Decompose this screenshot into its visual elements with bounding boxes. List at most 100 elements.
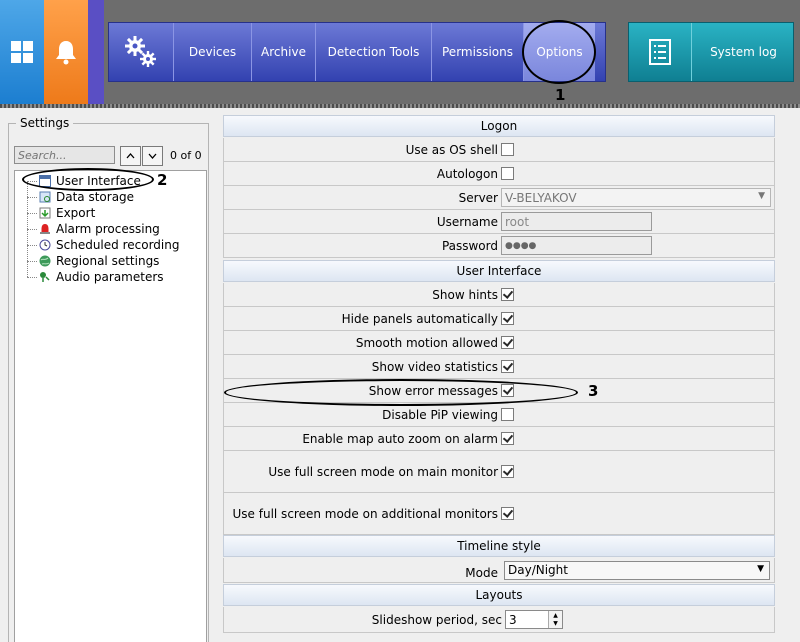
value-cell — [501, 355, 514, 378]
use-as-os-shell-checkbox[interactable] — [501, 143, 514, 156]
tree-connector — [27, 261, 37, 262]
tree-connector — [27, 277, 37, 278]
tree-item-alarm-processing[interactable]: Alarm processing — [39, 221, 160, 237]
tree-item-scheduled-recording[interactable]: Scheduled recording — [39, 237, 179, 253]
tile-separator — [88, 0, 104, 104]
fullscreen-additional-checkbox[interactable] — [501, 507, 514, 520]
hide-panels-label: Hide panels automatically — [341, 311, 498, 326]
password-field[interactable]: ●●●● — [501, 236, 652, 255]
value-cell — [501, 331, 514, 354]
tree-item-audio-parameters[interactable]: Audio parameters — [39, 269, 164, 285]
tree-connector — [27, 245, 37, 246]
value-cell — [501, 493, 514, 534]
main-navigation: Devices Archive Detection Tools Permissi… — [108, 22, 606, 82]
row-fullscreen-main: Use full screen mode on main monitor — [223, 451, 775, 493]
tree-connector — [27, 213, 37, 214]
row-use-as-os-shell: Use as OS shell — [223, 138, 775, 162]
search-input[interactable] — [14, 146, 115, 164]
chevron-up-icon — [126, 153, 135, 159]
match-count: 0 of 0 — [170, 149, 202, 162]
value-cell: ●●●● — [501, 234, 652, 257]
next-match-button[interactable] — [142, 146, 163, 166]
show-video-statistics-label: Show video statistics — [371, 359, 498, 374]
dropdown-arrow-icon: ▼ — [758, 191, 765, 201]
system-log-icon-button[interactable] — [629, 23, 691, 81]
tree-item-label: Export — [56, 206, 96, 220]
fullscreen-main-checkbox[interactable] — [501, 465, 514, 478]
system-log-group: System log — [628, 22, 794, 82]
database-icon — [39, 191, 51, 203]
nav-detection-tools[interactable]: Detection Tools — [315, 23, 431, 81]
section-header-timeline-style: Timeline style — [223, 535, 775, 557]
spin-up-icon[interactable]: ▲ — [553, 612, 558, 619]
server-select[interactable]: V-BELYAKOV ▼ — [501, 188, 771, 207]
disable-pip-checkbox[interactable] — [501, 408, 514, 421]
value-cell: 3 ▲ ▼ — [505, 607, 563, 632]
password-label: Password — [441, 238, 498, 253]
annotation-2: 2 — [157, 171, 168, 189]
show-video-statistics-checkbox[interactable] — [501, 360, 514, 373]
show-hints-checkbox[interactable] — [501, 288, 514, 301]
row-autologon: Autologon — [223, 162, 775, 186]
username-field[interactable]: root — [501, 212, 652, 231]
dropdown-arrow-icon: ▼ — [757, 563, 764, 574]
value-cell: Day/Night ▼ — [504, 558, 770, 582]
alarm-tile[interactable] — [44, 0, 88, 104]
annotation-3: 3 — [588, 382, 599, 400]
checklist-icon — [649, 39, 671, 65]
spinner-buttons[interactable]: ▲ ▼ — [548, 611, 562, 628]
tree-connector — [27, 181, 37, 182]
settings-menu-button[interactable] — [109, 23, 173, 81]
value-cell — [501, 403, 514, 426]
smooth-motion-checkbox[interactable] — [501, 336, 514, 349]
mode-label: Mode — [465, 566, 498, 580]
spin-down-icon[interactable]: ▼ — [553, 620, 558, 627]
gears-icon — [125, 36, 156, 67]
section-header-user-interface: User Interface — [223, 260, 775, 282]
tree-item-export[interactable]: Export — [39, 205, 95, 221]
tree-item-user-interface[interactable]: User Interface — [39, 173, 141, 189]
nav-devices[interactable]: Devices — [173, 23, 251, 81]
row-disable-pip: Disable PiP viewing — [223, 403, 775, 427]
map-auto-zoom-checkbox[interactable] — [501, 432, 514, 445]
fullscreen-additional-label: Use full screen mode on additional monit… — [232, 506, 498, 521]
nav-permissions[interactable]: Permissions — [431, 23, 523, 81]
export-icon — [39, 207, 51, 219]
chevron-down-icon — [148, 153, 157, 159]
show-error-messages-label: Show error messages — [368, 383, 498, 398]
mode-select[interactable]: Day/Night ▼ — [504, 560, 770, 580]
settings-tree: User Interface Data storage Export Alarm… — [14, 170, 207, 642]
slideshow-period-spinner[interactable]: 3 ▲ ▼ — [505, 610, 563, 629]
map-auto-zoom-label: Enable map auto zoom on alarm — [302, 431, 498, 446]
fullscreen-main-label: Use full screen mode on main monitor — [268, 464, 498, 479]
tree-item-regional-settings[interactable]: Regional settings — [39, 253, 159, 269]
windows-tile[interactable] — [0, 0, 44, 104]
row-slideshow-period: Slideshow period, sec 3 ▲ ▼ — [223, 607, 775, 633]
nav-archive[interactable]: Archive — [251, 23, 315, 81]
tree-item-data-storage[interactable]: Data storage — [39, 189, 134, 205]
show-error-messages-checkbox[interactable] — [501, 384, 514, 397]
clock-icon — [39, 239, 51, 251]
system-log-button[interactable]: System log — [691, 23, 795, 81]
autologon-checkbox[interactable] — [501, 167, 514, 180]
alarm-icon — [39, 223, 51, 235]
previous-match-button[interactable] — [120, 146, 141, 166]
value-cell — [501, 138, 514, 161]
value-cell — [501, 379, 514, 402]
mode-value: Day/Night — [508, 563, 568, 577]
value-cell — [501, 451, 514, 492]
tree-item-label: Alarm processing — [56, 222, 160, 236]
nav-options[interactable]: Options — [523, 23, 595, 81]
row-password: Password ●●●● — [223, 234, 775, 258]
options-grid: Logon Use as OS shell Autologon Server V… — [223, 115, 775, 642]
server-value: V-BELYAKOV — [505, 190, 577, 205]
value-cell — [501, 162, 514, 185]
globe-icon — [39, 255, 51, 267]
row-show-error-messages: Show error messages — [223, 379, 775, 403]
tree-item-label: Data storage — [56, 190, 135, 204]
window-icon — [39, 175, 51, 187]
hide-panels-checkbox[interactable] — [501, 312, 514, 325]
tree-item-label: User Interface — [56, 174, 141, 188]
tree-connector — [27, 229, 37, 230]
use-as-os-shell-label: Use as OS shell — [405, 142, 498, 157]
